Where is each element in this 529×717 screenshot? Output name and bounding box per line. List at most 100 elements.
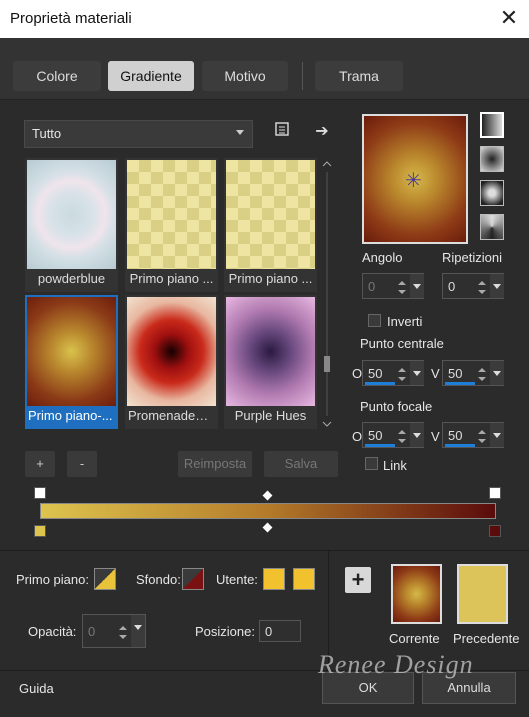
gradient-swatch <box>226 297 315 406</box>
library-icon[interactable] <box>271 121 293 143</box>
gradient-swatch <box>27 160 116 269</box>
library-scrollbar[interactable] <box>320 158 334 430</box>
decrement-icon[interactable] <box>398 377 406 381</box>
chevron-down-icon[interactable] <box>410 274 424 298</box>
gradient-thumb[interactable]: Primo piano ... <box>224 158 317 292</box>
link-checkbox[interactable] <box>365 457 378 470</box>
thumb-label: powderblue <box>37 271 106 286</box>
background-label: Sfondo: <box>136 572 181 587</box>
current-label: Corrente <box>389 631 440 646</box>
center-v-spinner[interactable]: 50 <box>442 360 504 386</box>
previous-gradient-swatch[interactable] <box>457 564 508 624</box>
increment-icon[interactable] <box>478 430 486 434</box>
decrement-icon[interactable] <box>478 439 486 443</box>
tab-separator <box>302 62 303 90</box>
background-swatch[interactable] <box>182 568 204 590</box>
linear-style-icon[interactable] <box>480 112 504 138</box>
gradient-bar[interactable] <box>40 503 496 519</box>
increment-icon[interactable] <box>398 430 406 434</box>
invert-label: Inverti <box>387 314 423 329</box>
link-label: Link <box>383 458 407 473</box>
add-to-swatches-button[interactable]: + <box>345 567 371 593</box>
radial-style-icon[interactable] <box>480 180 504 206</box>
add-gradient-button[interactable]: + <box>25 451 55 477</box>
watermark: Renee Design <box>318 650 474 679</box>
increment-icon[interactable] <box>478 368 486 372</box>
category-dropdown[interactable]: Tutto <box>24 120 253 148</box>
focal-h-value: 50 <box>368 428 383 443</box>
tab-colore[interactable]: Colore <box>13 61 101 91</box>
sunburst-style-icon[interactable] <box>480 214 504 240</box>
close-icon[interactable]: ✕ <box>497 6 521 30</box>
chevron-down-icon[interactable] <box>490 361 504 385</box>
window-title: Proprietà materiali <box>10 10 132 27</box>
user-label: Utente: <box>216 572 258 587</box>
focal-v-value: 50 <box>448 428 463 443</box>
scrollbar-thumb[interactable] <box>324 356 330 372</box>
center-point-icon[interactable]: ✳ <box>405 168 422 193</box>
center-v-label: V <box>431 366 440 381</box>
previous-label: Precedente <box>453 631 520 646</box>
focal-point-label: Punto focale <box>360 399 433 414</box>
repeats-label: Ripetizioni <box>442 250 502 265</box>
increment-icon[interactable] <box>398 281 406 285</box>
value-bar <box>445 444 475 447</box>
user-radio-swatch[interactable] <box>263 568 285 590</box>
color-stop-end[interactable] <box>489 525 501 537</box>
invert-checkbox[interactable] <box>368 314 381 327</box>
opacity-stop-end[interactable] <box>489 487 501 499</box>
save-button[interactable]: Salva <box>264 451 338 477</box>
decrement-icon[interactable] <box>478 290 486 294</box>
tab-gradiente[interactable]: Gradiente <box>108 61 194 91</box>
opacity-value: 0 <box>88 624 96 639</box>
focal-v-label: V <box>431 429 440 444</box>
gradient-thumb[interactable]: Purple Hues <box>224 295 317 429</box>
chevron-down-icon[interactable] <box>490 274 504 298</box>
increment-icon[interactable] <box>398 368 406 372</box>
chevron-down-icon[interactable] <box>410 361 424 385</box>
reset-button[interactable]: Reimposta <box>178 451 252 477</box>
rectangular-style-icon[interactable] <box>480 146 504 172</box>
help-link[interactable]: Guida <box>19 681 54 696</box>
center-h-spinner[interactable]: 50 <box>362 360 424 386</box>
center-h-label: O <box>352 366 363 381</box>
chevron-down-icon[interactable] <box>410 423 424 447</box>
chevron-down-icon[interactable] <box>131 615 145 647</box>
increment-icon[interactable] <box>119 626 127 630</box>
gradient-swatch <box>127 297 216 406</box>
thumb-label: Primo piano ... <box>228 271 313 286</box>
angle-spinner[interactable]: 0 <box>362 273 424 299</box>
gradient-thumb[interactable]: powderblue <box>25 158 118 292</box>
remove-gradient-button[interactable]: - <box>67 451 97 477</box>
current-gradient-swatch[interactable] <box>391 564 442 624</box>
focal-v-spinner[interactable]: 50 <box>442 422 504 448</box>
chevron-down-icon <box>236 130 244 135</box>
decrement-icon[interactable] <box>478 377 486 381</box>
decrement-icon[interactable] <box>398 439 406 443</box>
center-h-value: 50 <box>368 366 383 381</box>
tab-trama[interactable]: Trama <box>315 61 403 91</box>
user-color-swatch[interactable] <box>293 568 315 590</box>
foreground-swatch[interactable] <box>94 568 116 590</box>
repeats-spinner[interactable]: 0 <box>442 273 504 299</box>
thumb-label: Promenade_I... <box>128 408 217 423</box>
center-point-label: Punto centrale <box>360 336 444 351</box>
focal-h-label: O <box>352 429 363 444</box>
focal-h-spinner[interactable]: 50 <box>362 422 424 448</box>
gradient-thumb[interactable]: Primo piano ... <box>125 158 218 292</box>
arrow-right-icon[interactable]: ➔ <box>311 121 333 143</box>
foreground-label: Primo piano: <box>16 572 89 587</box>
tab-motivo[interactable]: Motivo <box>202 61 288 91</box>
decrement-icon[interactable] <box>119 635 127 639</box>
thumb-label: Purple Hues <box>234 408 307 423</box>
decrement-icon[interactable] <box>398 290 406 294</box>
increment-icon[interactable] <box>478 281 486 285</box>
opacity-stop-start[interactable] <box>34 487 46 499</box>
value-bar <box>365 444 395 447</box>
chevron-down-icon[interactable] <box>490 423 504 447</box>
position-field[interactable]: 0 <box>259 620 301 642</box>
color-stop-start[interactable] <box>34 525 46 537</box>
opacity-spinner[interactable]: 0 <box>82 614 146 648</box>
gradient-thumb[interactable]: Promenade_I... <box>125 295 218 429</box>
gradient-thumb-selected[interactable]: Primo piano-... <box>25 295 118 429</box>
